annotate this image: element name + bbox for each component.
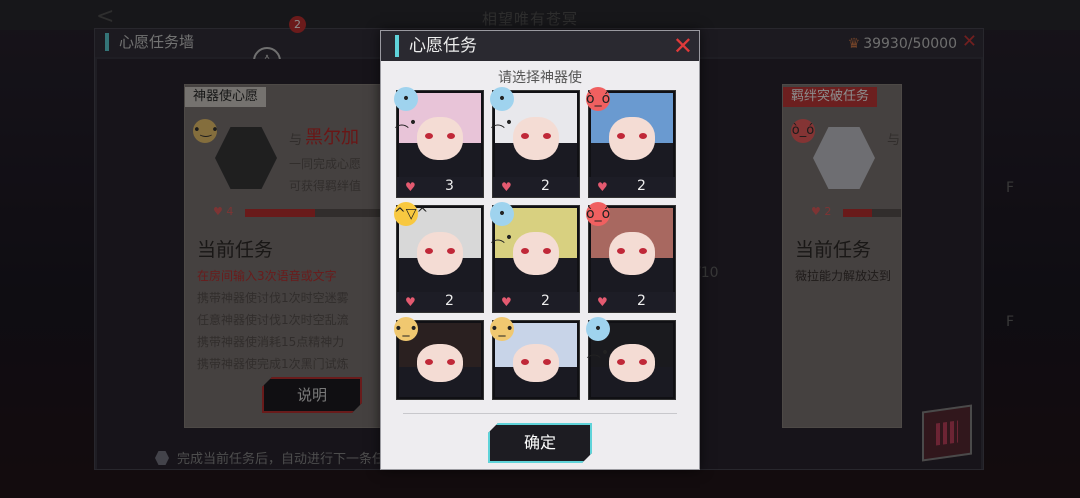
affinity-row: ♥ 2 [493,292,579,312]
affinity-row: ♥ 2 [397,292,483,312]
heart-icon: ♥ [597,180,608,194]
neutral-face-icon: •_• [394,317,418,341]
modal-subtitle: 请选择神器使 [498,70,582,86]
character-slot[interactable]: •︵• ♥ 2 [490,202,580,313]
character-slot[interactable]: •︵• ♥ 2 [490,87,580,198]
modal-header: 心愿任务 ✕ [381,31,699,61]
heart-icon: ♥ [405,295,416,309]
character-slot[interactable]: ò_ó ♥ 2 [586,87,676,198]
heart-icon: ♥ [597,295,608,309]
modal-divider [403,413,677,414]
affinity-row: ♥ 2 [589,292,675,312]
affinity-value: 2 [541,178,550,194]
affinity-value: 2 [637,178,646,194]
sad-face-icon: •︵• [586,317,610,361]
heart-icon: ♥ [501,180,512,194]
sad-face-icon: •︵• [490,202,514,246]
affinity-value: 2 [637,293,646,309]
character-slot[interactable]: ^▽^ ♥ 2 [394,202,484,313]
modal-title: 心愿任务 [395,35,477,57]
affinity-value: 3 [445,178,454,194]
character-slot[interactable]: •_• [490,317,580,400]
happy-face-icon: ^▽^ [394,202,428,226]
character-slot[interactable]: •_• [394,317,484,400]
affinity-row: ♥ 3 [397,177,483,197]
character-slot[interactable]: ò_ó ♥ 2 [586,202,676,313]
character-slot[interactable]: •︵• [586,317,676,400]
sad-face-icon: •︵• [394,87,418,131]
sad-face-icon: •︵• [490,87,514,131]
confirm-button[interactable]: 确定 [488,423,592,463]
affinity-value: 2 [445,293,454,309]
character-slot[interactable]: •︵• ♥ 3 [394,87,484,198]
angry-face-icon: ò_ó [586,202,610,226]
wish-task-modal: 心愿任务 ✕ 请选择神器使 •︵• ♥ 3 •︵• ♥ 2 ò_ó ♥ 2 ^▽^ ♥ 2 •︵• ♥ 2 ò… [380,30,700,470]
neutral-face-icon: •_• [490,317,514,341]
affinity-value: 2 [541,293,550,309]
angry-face-icon: ò_ó [586,87,610,111]
heart-icon: ♥ [405,180,416,194]
heart-icon: ♥ [501,295,512,309]
modal-close-icon[interactable]: ✕ [673,31,693,61]
affinity-row: ♥ 2 [493,177,579,197]
affinity-row: ♥ 2 [589,177,675,197]
